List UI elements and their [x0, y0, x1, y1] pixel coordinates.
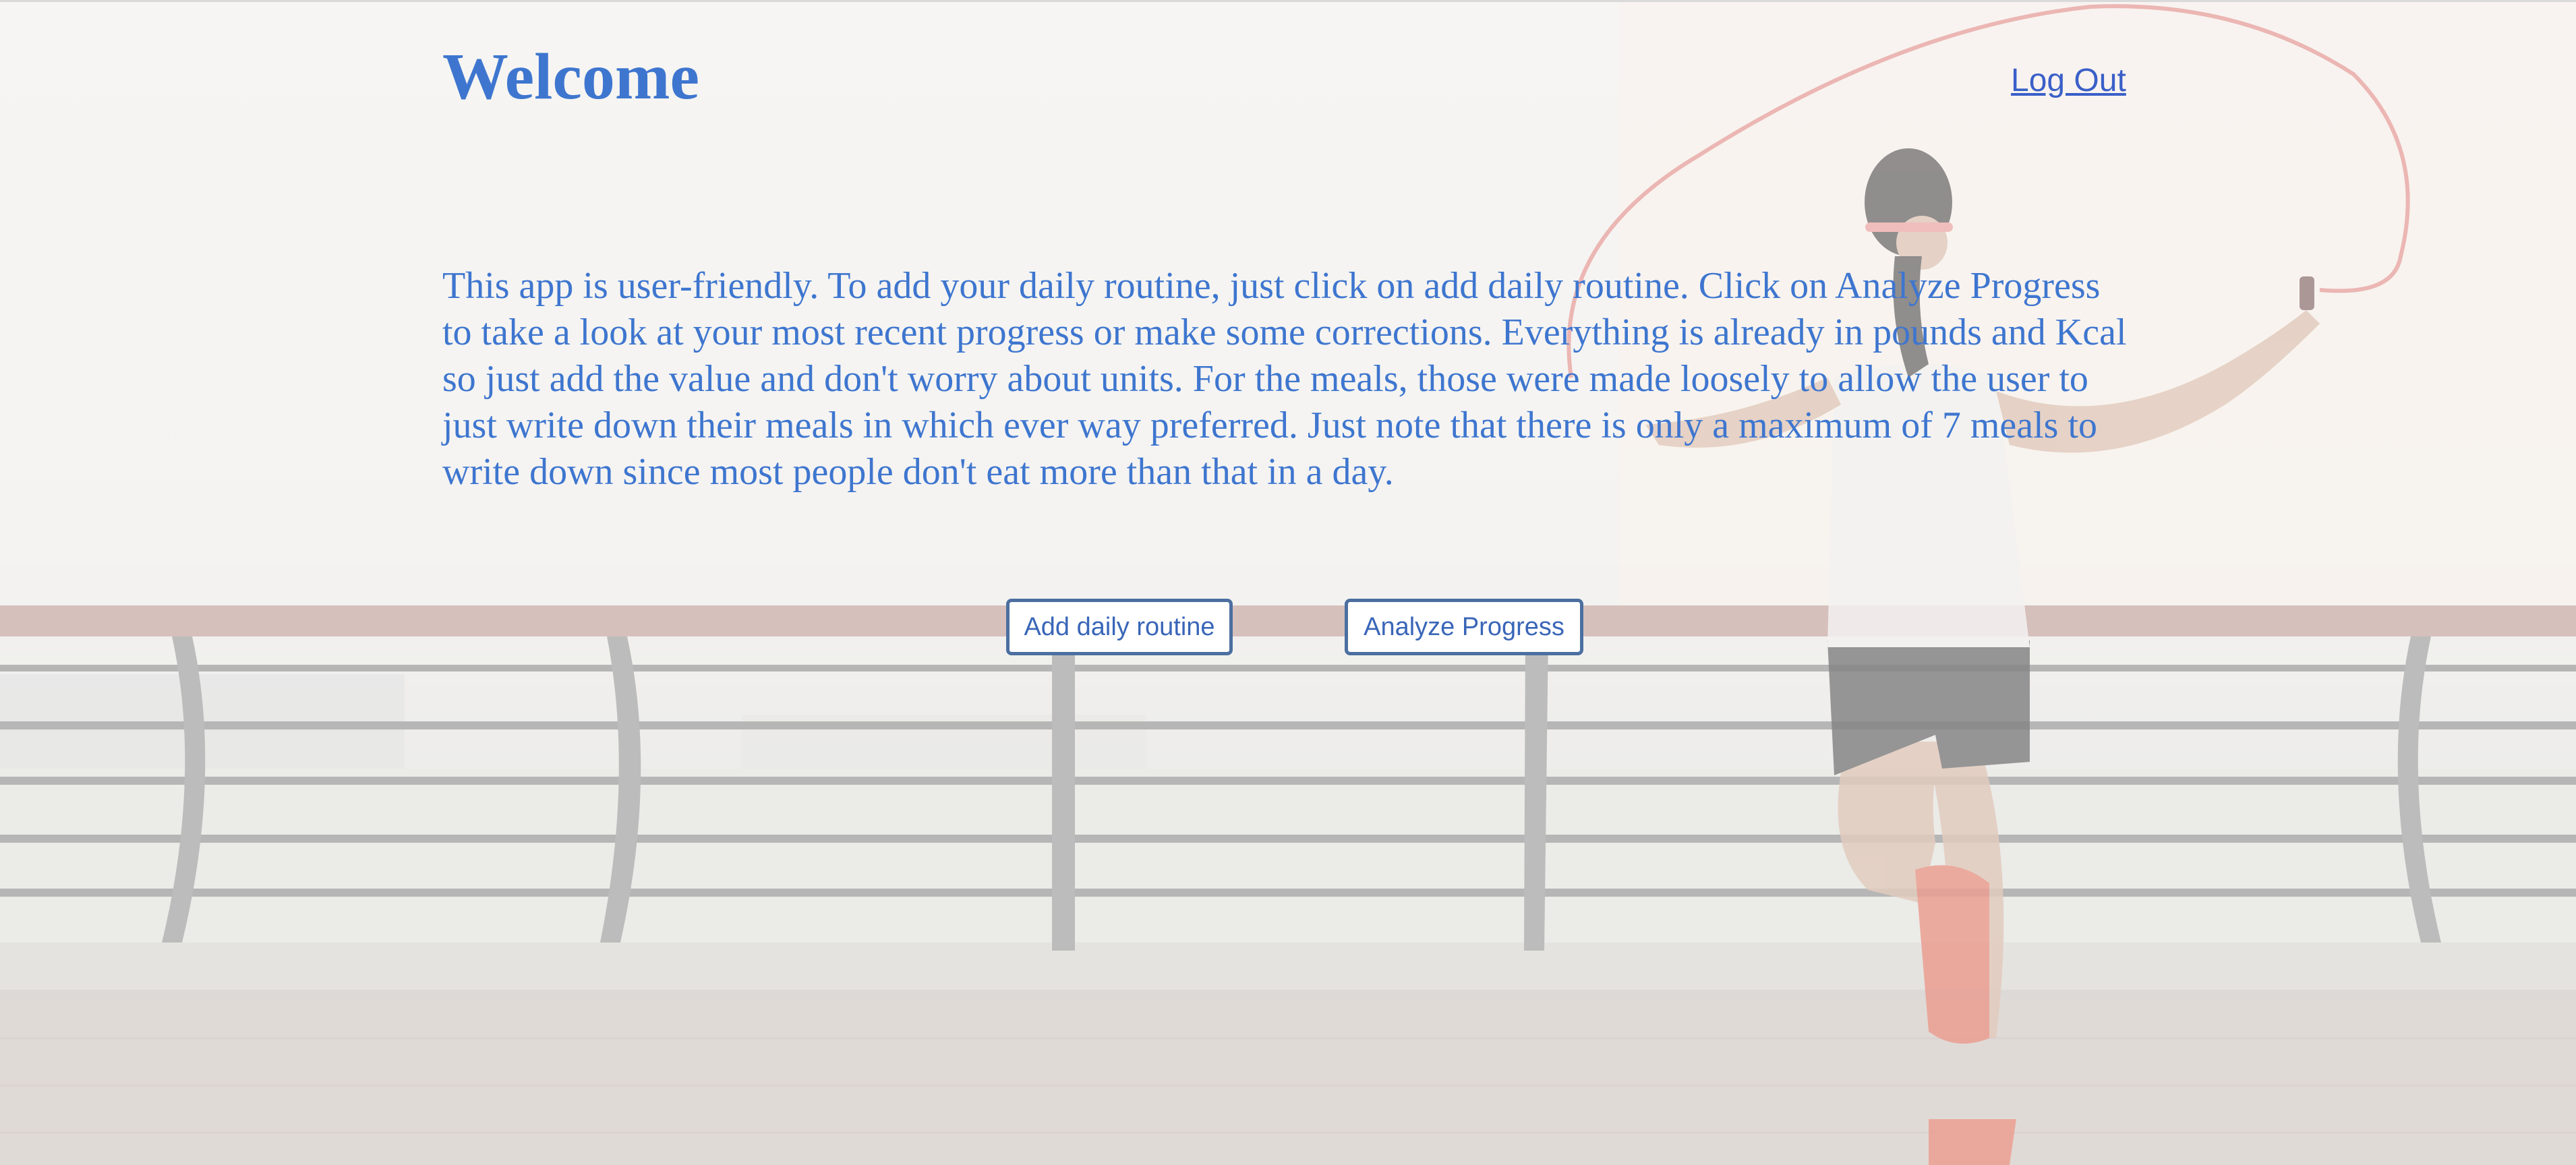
intro-text: This app is user-friendly. To add your d…: [442, 265, 2127, 493]
top-border: [0, 0, 2576, 2]
background-image: [0, 0, 2576, 1165]
logout-link[interactable]: Log Out: [2011, 62, 2126, 99]
jump-rope-photo: [0, 0, 2576, 1165]
page-title: Welcome: [442, 40, 699, 113]
add-daily-routine-button[interactable]: Add daily routine: [1006, 599, 1233, 655]
analyze-progress-button[interactable]: Analyze Progress: [1345, 599, 1583, 655]
